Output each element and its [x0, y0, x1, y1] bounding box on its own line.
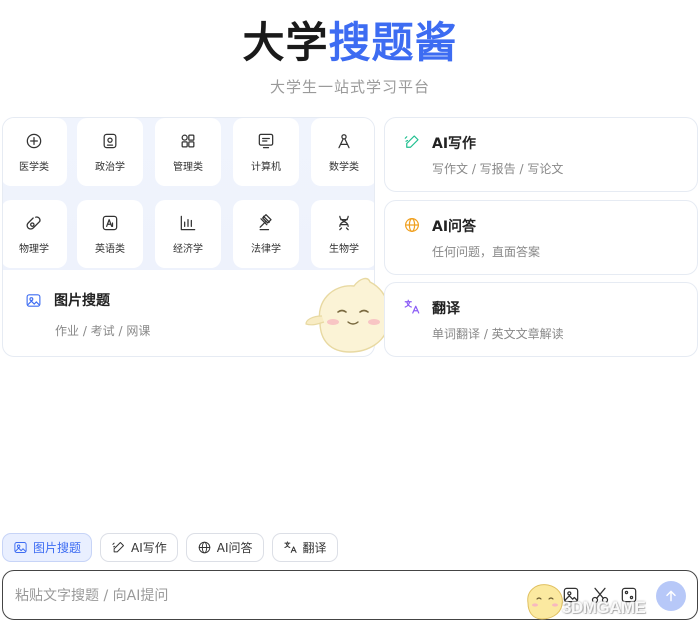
category-math[interactable]: 数学类 [311, 118, 374, 186]
dna-icon [339, 215, 349, 231]
feature-card-title: 翻译 [432, 301, 460, 317]
category-label: 法律学 [251, 244, 281, 255]
tab-image-search[interactable]: 图片搜题 [2, 533, 93, 562]
tab-label: AI问答 [216, 541, 253, 555]
medical-icon [26, 133, 42, 149]
image-icon [14, 542, 27, 553]
pen-icon [404, 135, 419, 148]
tab-translate[interactable]: 翻译 [271, 533, 338, 562]
category-law[interactable]: 法律学 [233, 200, 299, 268]
image-search-title: 图片搜题 [54, 293, 110, 309]
english-icon [102, 215, 118, 231]
category-biology[interactable]: 生物学 [311, 200, 374, 268]
computer-icon [258, 133, 274, 149]
category-label: 生物学 [329, 244, 359, 255]
mode-tabs: 图片搜题 AI写作 AI问答 翻译 [2, 533, 338, 563]
tab-ai-qa[interactable]: AI问答 [185, 533, 264, 562]
category-english[interactable]: 英语类 [77, 200, 143, 268]
category-computer[interactable]: 计算机 [233, 118, 299, 186]
send-button[interactable] [656, 581, 686, 611]
politics-icon [103, 133, 117, 149]
watermark-text: 3DMGAME [562, 598, 646, 617]
globe-icon [405, 218, 419, 232]
tab-ai-writing[interactable]: AI写作 [100, 533, 178, 562]
feature-card-subtitle: 写作文 / 写报告 / 写论文 [432, 162, 564, 176]
feature-card-translate[interactable]: 翻译 单词翻译 / 英文文章解读 [384, 282, 698, 357]
category-label: 经济学 [173, 244, 203, 255]
app-title: 大学搜题酱 [0, 14, 700, 72]
gavel-icon [259, 214, 272, 231]
chart-icon [180, 215, 196, 231]
globe-icon [198, 541, 211, 554]
feature-card-ai-qa[interactable]: AI问答 任何问题，直面答案 [384, 200, 698, 275]
grid-icon [181, 134, 195, 148]
question-input[interactable] [15, 583, 495, 609]
category-grid: 医学类 政治学 管理类 计算机 数学类 物理学 英语类 经济学 法律学 生物学 [3, 118, 374, 270]
tab-label: 翻译 [302, 541, 327, 555]
feature-card-subtitle: 任何问题，直面答案 [432, 245, 541, 259]
feature-card-subtitle: 单词翻译 / 英文文章解读 [432, 327, 564, 341]
category-politics[interactable]: 政治学 [77, 118, 143, 186]
feature-card-title: AI问答 [432, 219, 477, 235]
category-management[interactable]: 管理类 [155, 118, 221, 186]
app-title-dark: 大学 [242, 18, 329, 67]
watermark-mascot-icon [527, 584, 563, 620]
image-search-subtitle: 作业 / 考试 / 网课 [55, 324, 151, 338]
image-icon [26, 293, 41, 307]
app-subtitle: 大学生一站式学习平台 [269, 78, 430, 96]
feature-card-title: AI写作 [432, 136, 477, 152]
tab-label: AI写作 [131, 541, 167, 555]
image-search-card[interactable]: 图片搜题 作业 / 考试 / 网课 [25, 290, 150, 339]
header: 大学搜题酱 大学生一站式学习平台 [0, 14, 700, 97]
tab-label: 图片搜题 [33, 541, 82, 555]
category-medical[interactable]: 医学类 [3, 118, 67, 186]
category-label: 英语类 [95, 244, 125, 255]
category-label: 物理学 [19, 244, 49, 255]
feature-card-ai-writing[interactable]: AI写作 写作文 / 写报告 / 写论文 [384, 117, 698, 192]
translate-icon [283, 541, 297, 553]
category-label: 管理类 [173, 162, 203, 173]
category-label: 计算机 [251, 162, 281, 173]
category-economics[interactable]: 经济学 [155, 200, 221, 268]
compass-icon [338, 134, 350, 149]
translate-icon [404, 299, 420, 314]
physics-icon [26, 216, 41, 230]
app-title-blue: 搜题酱 [328, 18, 458, 67]
category-label: 政治学 [95, 162, 125, 173]
category-label: 医学类 [19, 162, 49, 173]
category-physics[interactable]: 物理学 [3, 200, 67, 268]
pen-icon [112, 542, 124, 553]
category-label: 数学类 [329, 162, 359, 173]
arrow-up-icon [666, 590, 676, 602]
